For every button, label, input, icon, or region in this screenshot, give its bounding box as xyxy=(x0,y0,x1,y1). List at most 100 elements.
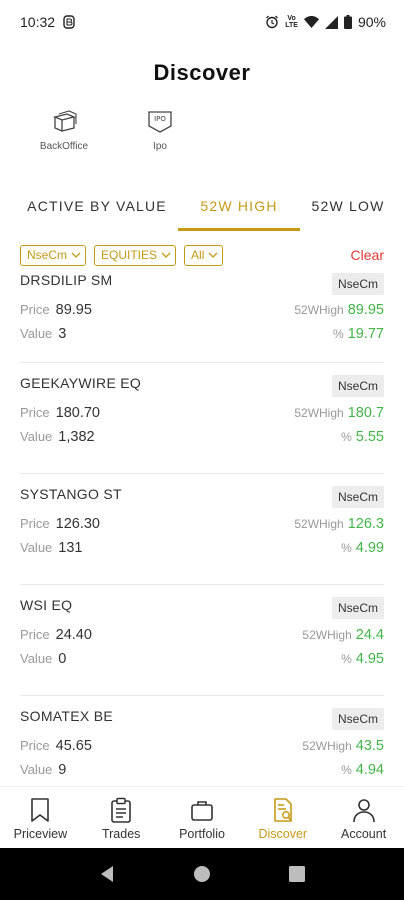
traded-value: 1,382 xyxy=(58,429,95,445)
list-item[interactable]: SYSTANGO ST NseCm Price 126.30 52WHigh 12… xyxy=(20,474,384,585)
price-value: 180.70 xyxy=(55,405,100,421)
list-item[interactable]: SOMATEX BE NseCm Price 45.65 52WHigh 43.5… xyxy=(20,696,384,786)
traded-value: 0 xyxy=(58,651,67,667)
nav-label: Trades xyxy=(101,827,141,841)
exchange-badge: NseCm xyxy=(331,375,384,397)
price-value: 126.30 xyxy=(55,516,100,532)
price-row: Price 126.30 52WHigh 126.3 xyxy=(20,516,384,532)
pct-label: % xyxy=(341,541,352,555)
value-row: Value 9 % 4.94 xyxy=(20,762,384,778)
high-value: 43.5 xyxy=(355,738,384,754)
shortcut-label: Ipo xyxy=(153,141,167,152)
value-row: Value 0 % 4.95 xyxy=(20,651,384,667)
exchange-filter[interactable]: NseCm xyxy=(20,244,87,266)
tab-52w-low[interactable]: 52W LOW xyxy=(292,186,404,232)
backoffice-shortcut[interactable]: BackOffice xyxy=(30,106,98,152)
price-value: 45.65 xyxy=(55,738,92,754)
traded-value: 3 xyxy=(58,326,67,342)
high-value: 89.95 xyxy=(347,302,384,318)
price-value: 24.40 xyxy=(55,627,92,643)
stock-symbol: SOMATEX BE xyxy=(20,708,113,724)
volte-icon: Vo LTE xyxy=(285,15,298,29)
value-label: Value xyxy=(20,429,53,444)
chevron-down-icon xyxy=(161,252,171,258)
price-row: Price 180.70 52WHigh 180.7 xyxy=(20,405,384,421)
exchange-badge: NseCm xyxy=(331,708,384,730)
high-label: 52WHigh xyxy=(294,406,344,420)
pct-label: % xyxy=(341,652,352,666)
segment-filter[interactable]: EQUITIES xyxy=(94,244,177,266)
clear-filters-button[interactable]: Clear xyxy=(351,247,384,263)
stock-symbol: SYSTANGO ST xyxy=(20,486,122,502)
value-label: Value xyxy=(20,326,53,341)
price-label: Price xyxy=(20,627,50,642)
series-filter[interactable]: All xyxy=(184,244,224,266)
shortcut-label: BackOffice xyxy=(39,141,89,152)
nav-label: Priceview xyxy=(13,827,68,841)
nav-trades[interactable]: Trades xyxy=(81,787,162,848)
series-filter-value: All xyxy=(191,248,205,262)
high-label: 52WHigh xyxy=(294,303,344,317)
price-row: Price 89.95 52WHigh 89.95 xyxy=(20,302,384,318)
pct-value: 4.95 xyxy=(355,651,384,667)
system-nav-bar xyxy=(0,848,404,900)
nav-account[interactable]: Account xyxy=(323,787,404,848)
nav-priceview[interactable]: Priceview xyxy=(0,787,81,848)
segment-filter-value: EQUITIES xyxy=(101,248,158,262)
stock-symbol: GEEKAYWIRE EQ xyxy=(20,375,142,391)
backoffice-icon xyxy=(52,110,77,132)
back-icon xyxy=(101,866,113,882)
chevron-down-icon xyxy=(208,252,218,258)
bookmark-icon xyxy=(31,798,50,822)
list-item[interactable]: WSI EQ NseCm Price 24.40 52WHigh 24.4 Val… xyxy=(20,585,384,696)
home-icon xyxy=(194,866,210,882)
pct-value: 19.77 xyxy=(347,326,384,342)
high-value: 24.4 xyxy=(355,627,384,643)
price-label: Price xyxy=(20,516,50,531)
shortcuts: BackOffice IPO Ipo xyxy=(30,106,194,152)
value-label: Value xyxy=(20,540,53,555)
value-row: Value 3 % 19.77 xyxy=(20,326,384,342)
tab-active-by-value[interactable]: ACTIVE BY VALUE xyxy=(0,186,186,232)
signal-icon xyxy=(324,15,338,29)
filter-bar: NseCm EQUITIES All Clear xyxy=(20,244,384,266)
ipo-badge: IPO xyxy=(154,115,166,123)
list-item[interactable]: DRSDILIP SM NseCm Price 89.95 52WHigh 89.… xyxy=(20,270,384,363)
pct-label: % xyxy=(333,327,344,341)
battery-percent: 90% xyxy=(357,14,386,30)
nav-label: Discover xyxy=(258,827,308,841)
recents-icon xyxy=(289,866,305,882)
nav-label: Portfolio xyxy=(179,827,225,841)
tab-52w-high[interactable]: 52W HIGH xyxy=(178,186,300,232)
alarm-icon xyxy=(265,15,279,29)
discover-icon xyxy=(273,798,292,822)
status-right: Vo LTE 90% xyxy=(265,14,386,30)
traded-value: 131 xyxy=(58,540,83,556)
stock-symbol: DRSDILIP SM xyxy=(20,272,113,288)
ipo-shortcut[interactable]: IPO Ipo xyxy=(126,106,194,152)
pct-value: 4.99 xyxy=(355,540,384,556)
exchange-badge: NseCm xyxy=(331,597,384,619)
briefcase-icon xyxy=(191,801,213,821)
clipboard-icon xyxy=(111,797,131,823)
tab-bar: ACTIVE BY VALUE 52W HIGH 52W LOW xyxy=(0,186,404,232)
status-time: 10:32 xyxy=(20,14,56,30)
home-button[interactable] xyxy=(193,865,211,883)
pct-label: % xyxy=(341,763,352,777)
stock-list[interactable]: DRSDILIP SM NseCm Price 89.95 52WHigh 89.… xyxy=(0,270,404,786)
high-label: 52WHigh xyxy=(294,517,344,531)
price-row: Price 24.40 52WHigh 24.4 xyxy=(20,627,384,643)
user-icon xyxy=(352,799,375,823)
high-label: 52WHigh xyxy=(302,628,352,642)
ipo-icon: IPO xyxy=(148,111,172,133)
wifi-icon xyxy=(303,16,319,28)
nav-discover[interactable]: Discover xyxy=(242,787,323,848)
list-item[interactable]: GEEKAYWIRE EQ NseCm Price 180.70 52WHigh… xyxy=(20,363,384,474)
price-label: Price xyxy=(20,302,50,317)
value-label: Value xyxy=(20,762,53,777)
value-row: Value 1,382 % 5.55 xyxy=(20,429,384,445)
high-label: 52WHigh xyxy=(302,739,352,753)
recents-button[interactable] xyxy=(289,866,305,882)
nav-portfolio[interactable]: Portfolio xyxy=(162,787,243,848)
back-button[interactable] xyxy=(99,865,115,883)
